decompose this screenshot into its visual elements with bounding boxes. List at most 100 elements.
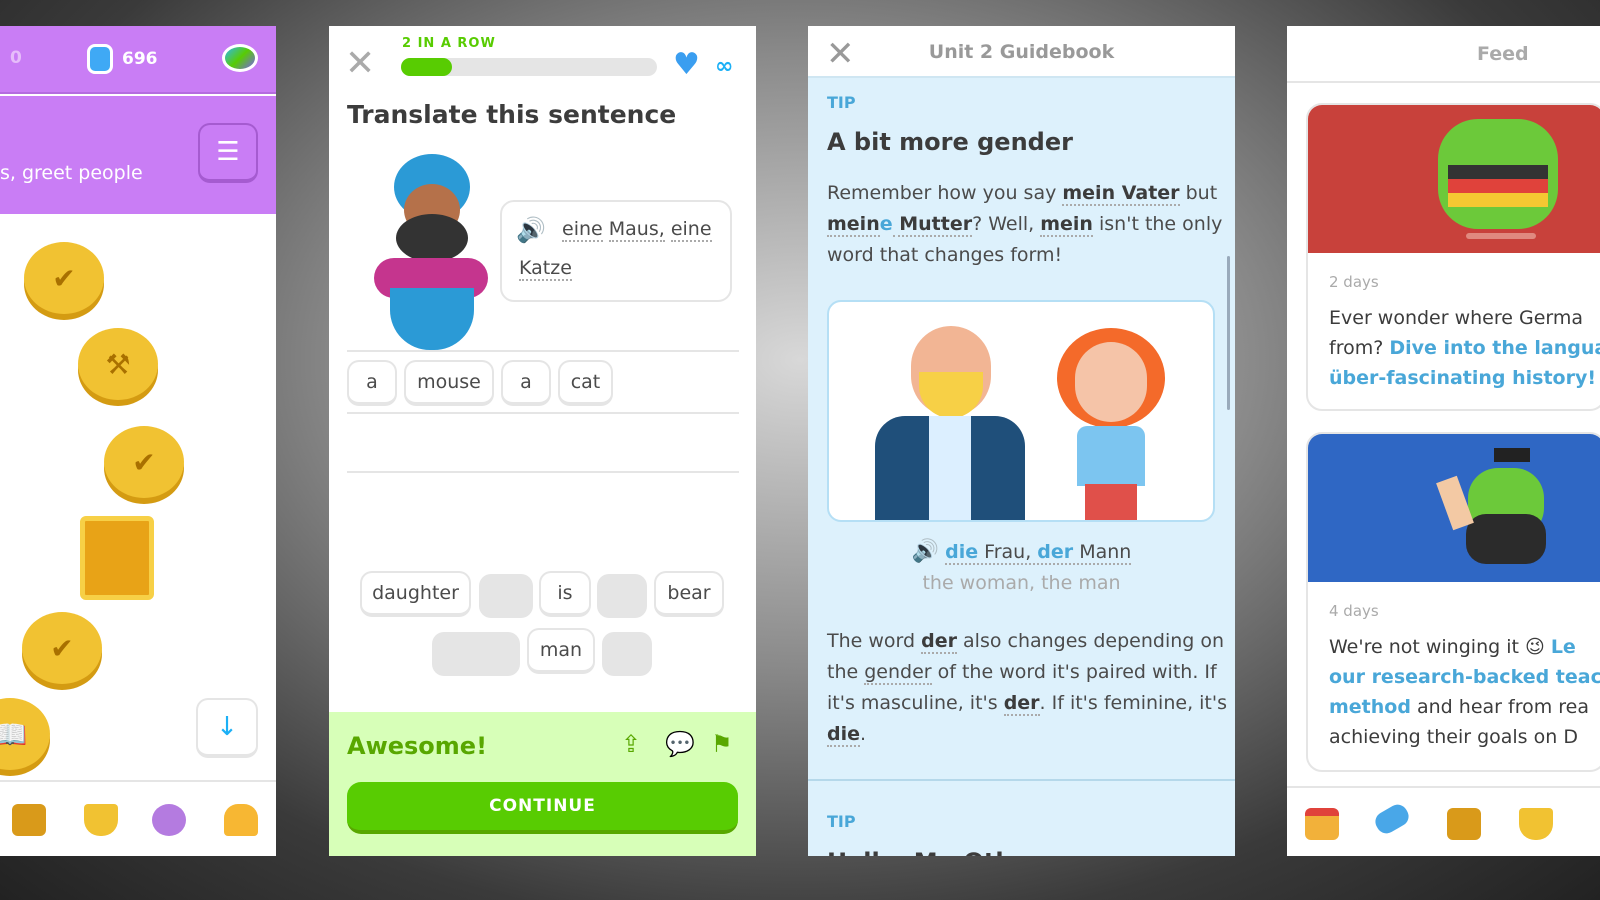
word-token[interactable]: Maus, [608, 218, 665, 242]
post-link[interactable]: our research-backed teac [1329, 662, 1600, 692]
share-icon[interactable]: ⇪ [621, 730, 641, 758]
character-illustration [374, 154, 489, 350]
answer-word[interactable]: mouse [404, 360, 494, 406]
progress-bar [401, 58, 657, 76]
feed-screen: Feed 2 days Ever wonder where Germa from… [1287, 26, 1600, 856]
guidebook-screen: ✕ Unit 2 Guidebook TIP A bit more gender… [808, 26, 1235, 856]
post-link[interactable]: method [1329, 696, 1411, 718]
article[interactable]: der [1037, 541, 1073, 563]
word-token[interactable]: eine [562, 218, 603, 242]
comment-icon[interactable]: 💬 [665, 730, 695, 758]
bottom-nav [0, 780, 276, 856]
shield-icon[interactable] [84, 804, 118, 836]
answer-line [347, 412, 739, 414]
word-token[interactable]: Katze [519, 257, 572, 281]
speaker-icon[interactable]: 🔊 [516, 216, 546, 244]
text: . If it's feminine, it's [1039, 692, 1227, 714]
gem-count[interactable]: 696 [122, 49, 158, 69]
text: Remember how you say [827, 182, 1063, 204]
scrollbar[interactable] [1227, 256, 1230, 410]
dumbbell-icon[interactable] [1371, 800, 1413, 838]
word-bank-tile[interactable]: daughter [360, 571, 471, 617]
notebook-icon: ☰ [216, 137, 240, 167]
german-word[interactable]: die [827, 723, 860, 747]
bell-icon[interactable] [224, 804, 258, 836]
tip-paragraph: The word der also changes depending on t… [827, 626, 1227, 750]
german-word[interactable]: mein [827, 213, 880, 237]
continue-button[interactable]: CONTINUE [347, 782, 738, 834]
tip-label: TIP [827, 812, 856, 831]
answer-word[interactable]: cat [558, 360, 613, 406]
feed-post[interactable]: 4 days We're not winging it 😉 Le our res… [1306, 432, 1600, 772]
speech-bubble: 🔊 eine Maus, eine Katze [500, 200, 732, 302]
tip-heading: Hallo, Mr. Oth [827, 848, 1012, 856]
close-icon[interactable]: ✕ [345, 46, 375, 82]
avatar-icon[interactable] [152, 804, 186, 836]
answer-word[interactable]: a [501, 360, 551, 406]
speaker-icon[interactable]: 🔊 [912, 539, 939, 564]
unit-subtitle: s, greet people [0, 162, 143, 184]
chest-icon[interactable] [1447, 808, 1481, 840]
post-link[interactable]: Dive into the langua [1389, 337, 1600, 359]
text: from? [1329, 337, 1390, 359]
completed-lesson-icon[interactable]: ✔ [104, 426, 184, 498]
answer-word[interactable]: a [347, 360, 397, 406]
streak-count: 0 [10, 48, 22, 68]
german-word[interactable]: mein [1040, 213, 1093, 237]
book-story-icon[interactable]: 📖 [0, 698, 50, 770]
word-bank-tile[interactable]: is [539, 571, 591, 617]
feed-post[interactable]: 2 days Ever wonder where Germa from? Div… [1306, 103, 1600, 411]
post-link[interactable]: Le [1551, 636, 1576, 658]
top-stats-bar: 0 696 [0, 26, 276, 94]
german-phrase[interactable]: mein Vater [1062, 182, 1180, 206]
report-flag-icon[interactable]: ⚑ [711, 730, 733, 758]
learning-path-screen: 0 696 s, greet people ☰ ✔ ⚒ ✔ ✔ 📖 ↓ [0, 26, 276, 856]
text: Ever wonder where Germa [1329, 307, 1584, 329]
tip-paragraph: Remember how you say mein Vater but mein… [827, 178, 1222, 271]
feedback-text: Awesome! [347, 732, 488, 760]
completed-lesson-icon[interactable]: ✔ [24, 242, 104, 314]
home-icon[interactable] [1305, 808, 1339, 840]
word-bank-tile[interactable]: man [527, 628, 595, 674]
arrow-down-icon: ↓ [216, 712, 238, 742]
post-text: Ever wonder where Germa from? Dive into … [1329, 303, 1600, 393]
word-token[interactable]: eine [670, 218, 712, 242]
word-bank-empty-slot [432, 632, 520, 676]
text: achieving their goals on D [1329, 726, 1578, 748]
text: . [860, 723, 867, 745]
highlight-ending: e [879, 213, 893, 235]
chest-icon[interactable] [12, 804, 46, 836]
feedback-panel: Awesome! ⇪ 💬 ⚑ CONTINUE [329, 712, 756, 856]
german-word[interactable]: der [1003, 692, 1040, 716]
text: and hear from rea [1410, 696, 1589, 718]
text: isn't the only [1092, 213, 1223, 235]
practice-dumbbell-icon[interactable]: ⚒ [78, 328, 158, 400]
term[interactable]: gender [864, 661, 932, 685]
scroll-down-button[interactable]: ↓ [196, 698, 258, 758]
german-word[interactable]: Mutter [892, 213, 973, 237]
german-word[interactable]: der [921, 630, 957, 654]
text: The word [827, 630, 922, 652]
answer-line [347, 350, 739, 352]
lesson-screen: ✕ 2 IN A ROW ♥ ∞ Translate this sentence… [329, 26, 756, 856]
completed-lesson-icon[interactable]: ✔ [22, 612, 102, 684]
text: but [1179, 182, 1218, 204]
text: the [827, 661, 865, 683]
noun[interactable]: Frau, [978, 541, 1037, 563]
text: of the word it's paired with. If [931, 661, 1217, 683]
noun[interactable]: Mann [1073, 541, 1131, 563]
shield-icon[interactable] [1519, 808, 1553, 840]
text: word that changes form! [827, 244, 1063, 266]
article[interactable]: die [945, 541, 978, 563]
word-bank-tile[interactable]: bear [654, 571, 724, 617]
post-link[interactable]: über-fascinating history! [1329, 363, 1600, 393]
example-translation: the woman, the man [922, 572, 1121, 594]
text: also changes depending on [956, 630, 1225, 652]
answer-line [347, 471, 739, 473]
example-sentence: 🔊 die Frau, der Mann [808, 536, 1235, 568]
treasure-chest-icon[interactable] [80, 516, 154, 600]
globe-icon[interactable] [222, 44, 258, 72]
guidebook-button[interactable]: ☰ [198, 123, 258, 183]
prompt-title: Translate this sentence [347, 100, 677, 129]
word-bank-empty-slot [479, 574, 533, 618]
